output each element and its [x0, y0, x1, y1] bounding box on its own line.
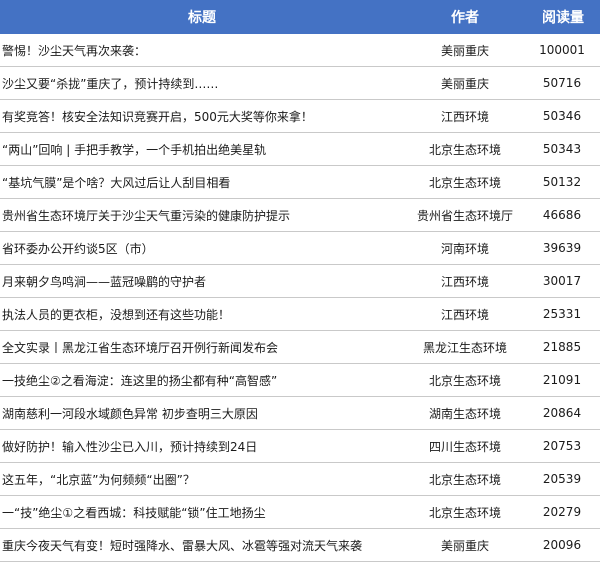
table-row[interactable]: 贵州省生态环境厅关于沙尘天气重污染的健康防护提示 贵州省生态环境厅 46686	[0, 198, 600, 232]
table-row[interactable]: 有奖竞答！核安全法知识竞赛开启，500元大奖等你来拿！ 江西环境 50346	[0, 99, 600, 133]
row-reads: 21091	[526, 363, 600, 397]
row-author: 北京生态环境	[404, 363, 526, 397]
row-reads: 39639	[526, 231, 600, 265]
row-author: 美丽重庆	[404, 34, 526, 67]
header-title[interactable]: 标题	[0, 0, 404, 34]
row-author: 四川生态环境	[404, 429, 526, 463]
row-author: 美丽重庆	[404, 528, 526, 562]
table-row[interactable]: 全文实录丨黑龙江省生态环境厅召开例行新闻发布会 黑龙江生态环境 21885	[0, 330, 600, 364]
row-reads: 20279	[526, 495, 600, 529]
table-row[interactable]: 沙尘又要“杀拢”重庆了，预计持续到…… 美丽重庆 50716	[0, 66, 600, 100]
row-title[interactable]: 一“技”绝尘①之看西城：科技赋能“锁”住工地扬尘	[0, 495, 404, 529]
table-row[interactable]: 湖南慈利一河段水域颜色异常 初步查明三大原因 湖南生态环境 20864	[0, 396, 600, 430]
row-reads: 100001	[526, 34, 600, 67]
header-reads[interactable]: 阅读量	[526, 0, 600, 34]
row-title[interactable]: 月来朝夕鸟鸣涧——蓝冠噪鹛的守护者	[0, 264, 404, 298]
table-row[interactable]: 重庆今夜天气有变！短时强降水、雷暴大风、冰雹等强对流天气来袭 美丽重庆 2009…	[0, 528, 600, 562]
row-title[interactable]: 这五年，“北京蓝”为何频频“出圈”？	[0, 462, 404, 496]
table-body: 警惕！沙尘天气再次来袭： 美丽重庆 100001 沙尘又要“杀拢”重庆了，预计持…	[0, 34, 600, 562]
row-author: 北京生态环境	[404, 495, 526, 529]
row-author: 黑龙江生态环境	[404, 330, 526, 364]
row-reads: 20096	[526, 528, 600, 562]
row-title[interactable]: “基坑气膜”是个啥？大风过后让人刮目相看	[0, 165, 404, 199]
row-title[interactable]: 一技绝尘②之看海淀：连这里的扬尘都有种“高智感”	[0, 363, 404, 397]
row-title[interactable]: 贵州省生态环境厅关于沙尘天气重污染的健康防护提示	[0, 198, 404, 232]
row-title[interactable]: 沙尘又要“杀拢”重庆了，预计持续到……	[0, 66, 404, 100]
article-table: 标题 作者 阅读量 警惕！沙尘天气再次来袭： 美丽重庆 100001 沙尘又要“…	[0, 0, 600, 562]
row-title[interactable]: 湖南慈利一河段水域颜色异常 初步查明三大原因	[0, 396, 404, 430]
row-title[interactable]: 省环委办公开约谈5区（市）	[0, 231, 404, 265]
row-title[interactable]: 有奖竞答！核安全法知识竞赛开启，500元大奖等你来拿！	[0, 99, 404, 133]
row-reads: 50132	[526, 165, 600, 199]
table-row[interactable]: “基坑气膜”是个啥？大风过后让人刮目相看 北京生态环境 50132	[0, 165, 600, 199]
row-title[interactable]: 做好防护！输入性沙尘已入川，预计持续到24日	[0, 429, 404, 463]
row-reads: 20864	[526, 396, 600, 430]
row-author: 湖南生态环境	[404, 396, 526, 430]
table-row[interactable]: 一“技”绝尘①之看西城：科技赋能“锁”住工地扬尘 北京生态环境 20279	[0, 495, 600, 529]
table-row[interactable]: 这五年，“北京蓝”为何频频“出圈”？ 北京生态环境 20539	[0, 462, 600, 496]
row-author: 江西环境	[404, 297, 526, 331]
table-row[interactable]: 月来朝夕鸟鸣涧——蓝冠噪鹛的守护者 江西环境 30017	[0, 264, 600, 298]
row-author: 江西环境	[404, 99, 526, 133]
row-reads: 20539	[526, 462, 600, 496]
table-header: 标题 作者 阅读量	[0, 0, 600, 34]
table-row[interactable]: “两山”回响 | 手把手教学，一个手机拍出绝美星轨 北京生态环境 50343	[0, 132, 600, 166]
row-author: 北京生态环境	[404, 132, 526, 166]
row-author: 河南环境	[404, 231, 526, 265]
row-reads: 46686	[526, 198, 600, 232]
row-author: 北京生态环境	[404, 165, 526, 199]
row-title[interactable]: 执法人员的更衣柜，没想到还有这些功能！	[0, 297, 404, 331]
row-title[interactable]: 警惕！沙尘天气再次来袭：	[0, 34, 404, 67]
row-reads: 50343	[526, 132, 600, 166]
row-reads: 50346	[526, 99, 600, 133]
table-row[interactable]: 执法人员的更衣柜，没想到还有这些功能！ 江西环境 25331	[0, 297, 600, 331]
row-author: 美丽重庆	[404, 66, 526, 100]
table-row[interactable]: 一技绝尘②之看海淀：连这里的扬尘都有种“高智感” 北京生态环境 21091	[0, 363, 600, 397]
table-row[interactable]: 省环委办公开约谈5区（市） 河南环境 39639	[0, 231, 600, 265]
table-row[interactable]: 警惕！沙尘天气再次来袭： 美丽重庆 100001	[0, 34, 600, 67]
row-reads: 50716	[526, 66, 600, 100]
row-title[interactable]: 全文实录丨黑龙江省生态环境厅召开例行新闻发布会	[0, 330, 404, 364]
row-author: 江西环境	[404, 264, 526, 298]
header-row: 标题 作者 阅读量	[0, 0, 600, 34]
row-reads: 20753	[526, 429, 600, 463]
row-reads: 21885	[526, 330, 600, 364]
row-title[interactable]: “两山”回响 | 手把手教学，一个手机拍出绝美星轨	[0, 132, 404, 166]
table-row[interactable]: 做好防护！输入性沙尘已入川，预计持续到24日 四川生态环境 20753	[0, 429, 600, 463]
row-reads: 30017	[526, 264, 600, 298]
row-title[interactable]: 重庆今夜天气有变！短时强降水、雷暴大风、冰雹等强对流天气来袭	[0, 528, 404, 562]
row-reads: 25331	[526, 297, 600, 331]
row-author: 北京生态环境	[404, 462, 526, 496]
row-author: 贵州省生态环境厅	[404, 198, 526, 232]
header-author[interactable]: 作者	[404, 0, 526, 34]
